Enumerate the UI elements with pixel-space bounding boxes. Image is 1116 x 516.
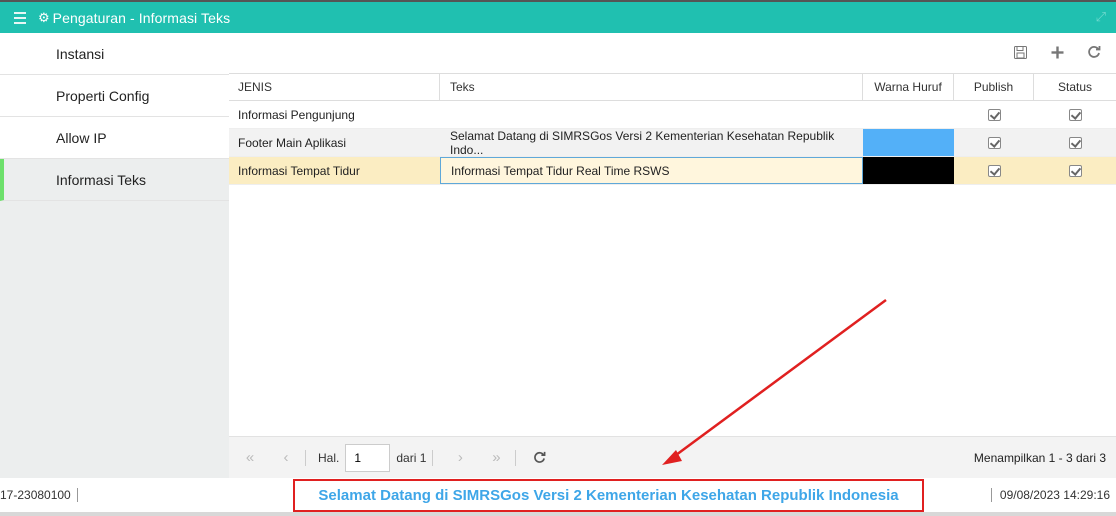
table-row[interactable]: Footer Main Aplikasi Selamat Datang di S… (229, 129, 1116, 157)
page-number-input[interactable] (345, 443, 391, 472)
table-row-selected[interactable]: Informasi Tempat Tidur Informasi Tempat … (229, 157, 1116, 185)
column-header-warna-huruf[interactable]: Warna Huruf (863, 74, 954, 100)
sidebar-item-label: Informasi Teks (56, 171, 146, 188)
next-page-icon[interactable]: › (447, 445, 473, 471)
sidebar-item-allow-ip[interactable]: Allow IP (0, 117, 229, 159)
sidebar-item-label: Properti Config (56, 87, 150, 104)
cell-jenis: Informasi Tempat Tidur (238, 163, 360, 178)
first-page-icon[interactable]: « (237, 445, 263, 471)
cell-status[interactable] (1034, 157, 1116, 184)
status-checkbox[interactable] (1068, 136, 1082, 149)
cell-warna-huruf[interactable] (863, 101, 954, 128)
refresh-icon[interactable] (526, 445, 552, 471)
cell-jenis: Footer Main Aplikasi (238, 135, 347, 150)
divider (432, 449, 434, 466)
last-page-icon[interactable]: » (483, 445, 509, 471)
gear-icon: ⚙ (38, 9, 50, 25)
refresh-icon[interactable] (1085, 43, 1103, 61)
publish-checkbox[interactable] (987, 136, 1001, 149)
footer-marquee-text: Selamat Datang di SIMRSGos Versi 2 Kemen… (318, 487, 899, 504)
divider (515, 449, 517, 466)
window-titlebar: ⚙ Pengaturan - Informasi Teks ⤢ (0, 0, 1116, 33)
cell-teks[interactable]: Selamat Datang di SIMRSGos Versi 2 Kemen… (440, 129, 863, 157)
publish-checkbox[interactable] (987, 164, 1001, 177)
taskbar-strip (0, 512, 1116, 516)
cell-status[interactable] (1034, 129, 1116, 156)
cell-status[interactable] (1034, 101, 1116, 128)
column-header-publish[interactable]: Publish (954, 74, 1034, 100)
pagination-bar: « ‹ Hal. dari 1 › » Menampilkan 1 - 3 da… (229, 436, 1116, 478)
page-label: Hal. (318, 450, 340, 465)
column-header-jenis[interactable]: JENIS (229, 74, 440, 100)
sidebar-item-informasi-teks[interactable]: Informasi Teks (0, 159, 229, 201)
publish-checkbox[interactable] (987, 108, 1001, 121)
version-label: 17-23080100 (0, 488, 78, 502)
color-swatch (863, 157, 954, 184)
paging-info: Menampilkan 1 - 3 dari 3 (973, 450, 1106, 465)
cell-publish[interactable] (954, 129, 1034, 156)
status-bar: 17-23080100 Selamat Datang di SIMRSGos V… (0, 478, 1116, 516)
status-checkbox[interactable] (1068, 164, 1082, 177)
save-icon[interactable] (1011, 43, 1029, 61)
cell-jenis: Informasi Pengunjung (238, 107, 355, 122)
expand-icon[interactable]: ⤢ (1096, 9, 1106, 25)
cell-teks-editor[interactable]: Informasi Tempat Tidur Real Time RSWS (440, 157, 863, 184)
page: ⚙ Pengaturan - Informasi Teks ⤢ Instansi… (0, 0, 1116, 516)
plus-icon[interactable] (1048, 43, 1066, 61)
grid-toolbar (229, 33, 1116, 73)
sidebar-item-properti-config[interactable]: Properti Config (0, 75, 229, 117)
window-title: Pengaturan - Informasi Teks (52, 9, 231, 26)
grid-header: JENIS Teks Warna Huruf Publish Status (229, 73, 1116, 101)
cell-publish[interactable] (954, 101, 1034, 128)
cell-teks[interactable] (440, 101, 863, 128)
status-checkbox[interactable] (1068, 108, 1082, 121)
cell-warna-huruf[interactable] (863, 157, 954, 184)
page-total-label: dari 1 (396, 450, 427, 465)
prev-page-icon[interactable]: ‹ (273, 445, 299, 471)
menu-icon[interactable] (6, 2, 34, 33)
datetime-label: 09/08/2023 14:29:16 (990, 488, 1110, 502)
column-header-teks[interactable]: Teks (440, 74, 863, 100)
sidebar-item-label: Instansi (56, 45, 105, 62)
cell-publish[interactable] (954, 157, 1034, 184)
main-panel: JENIS Teks Warna Huruf Publish Status In… (229, 33, 1116, 478)
divider (305, 449, 306, 466)
sidebar-item-label: Allow IP (56, 129, 107, 146)
table-row[interactable]: Informasi Pengunjung (229, 101, 1116, 129)
column-header-status[interactable]: Status (1034, 74, 1116, 100)
sidebar: Instansi Properti Config Allow IP Inform… (0, 33, 229, 478)
cell-warna-huruf[interactable] (863, 129, 954, 156)
footer-marquee: Selamat Datang di SIMRSGos Versi 2 Kemen… (293, 479, 924, 512)
color-swatch (863, 129, 954, 156)
sidebar-item-instansi[interactable]: Instansi (0, 33, 229, 75)
